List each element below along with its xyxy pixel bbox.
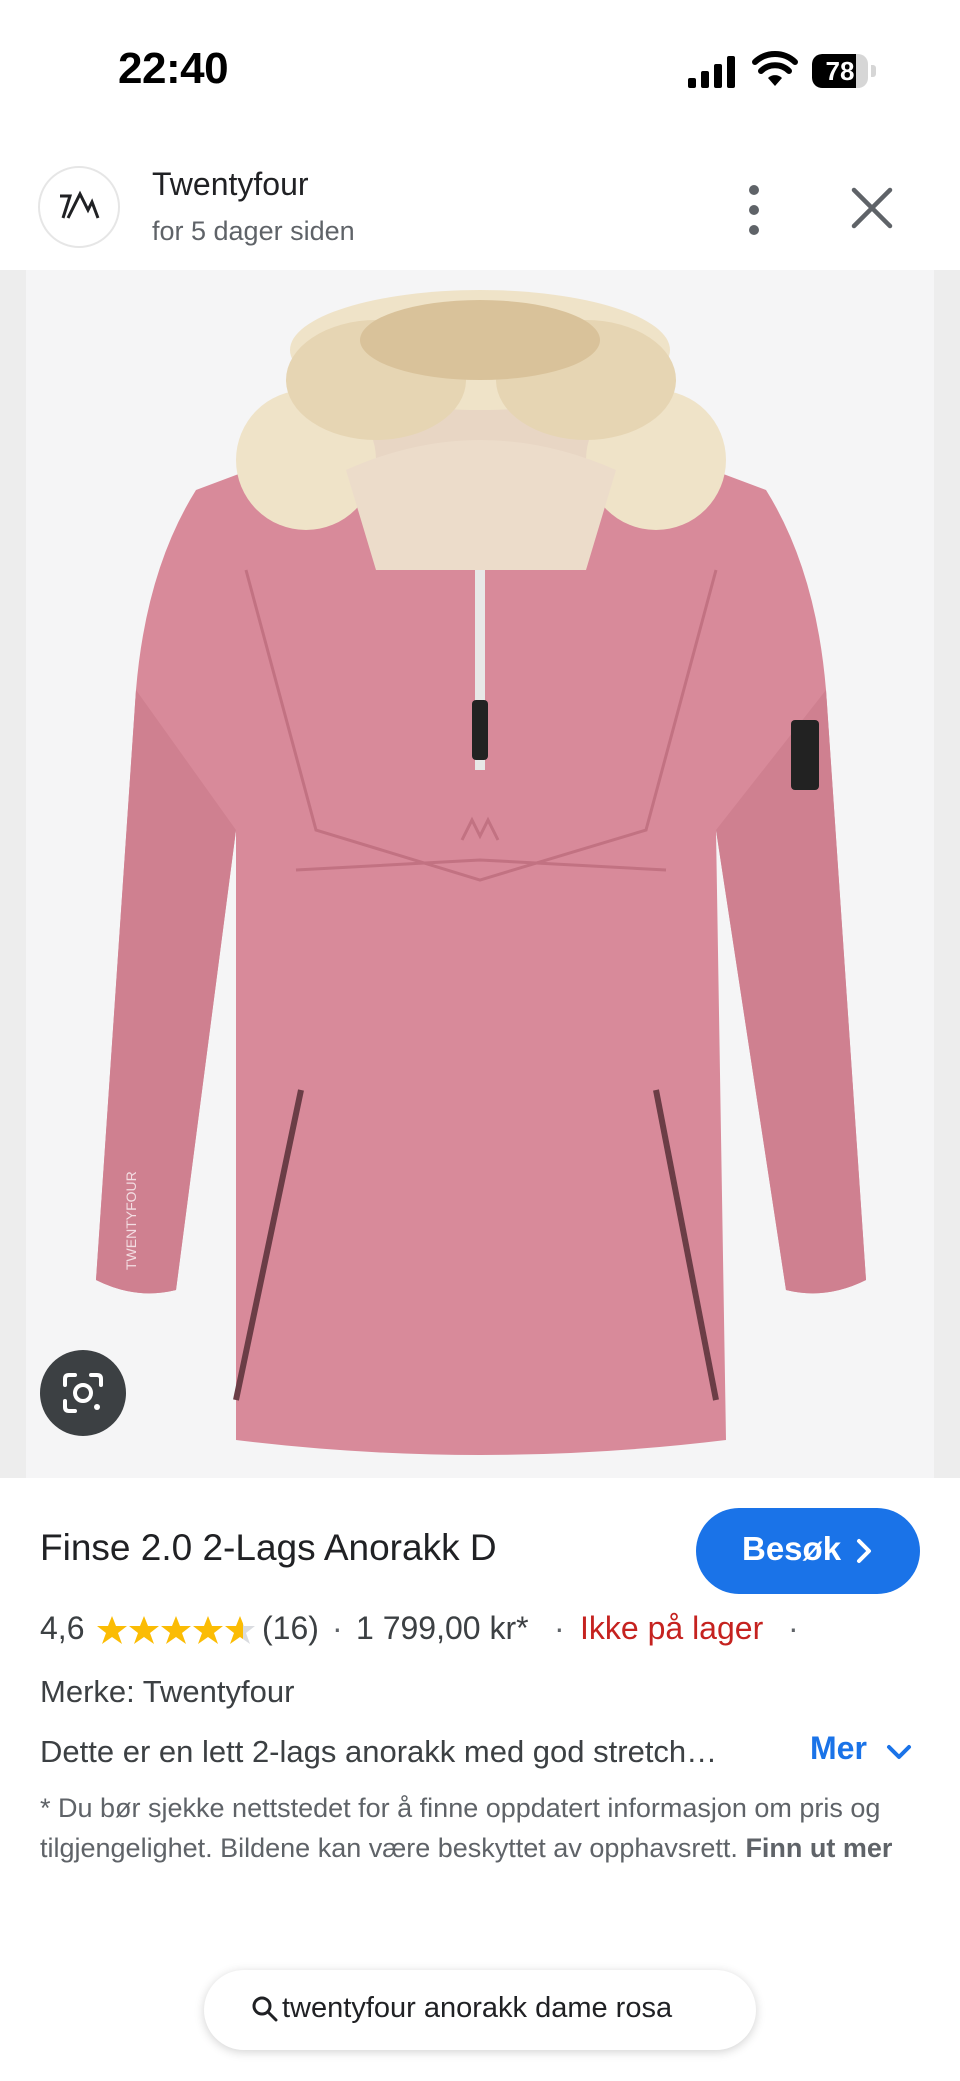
search-query: twentyfour anorakk dame rosa [282,1992,673,2024]
brand: Merke: Twentyfour [40,1674,295,1709]
twentyfour-logo-icon [60,190,100,219]
more-label: Mer [810,1730,867,1766]
more-vert-icon[interactable] [734,180,774,240]
visit-label: Besøk [742,1530,842,1567]
description: Dette er en lett 2-lags anorakk med god … [40,1734,718,1769]
visit-button[interactable]: Besøk [696,1508,920,1594]
close-icon[interactable] [848,184,896,232]
separator: · [332,1610,343,1646]
more-button[interactable]: Mer [810,1730,911,1767]
battery-percent: 78 [825,56,855,86]
clock: 22:40 [118,44,229,93]
battery-icon: 78 [812,54,878,88]
related-search-chip[interactable]: twentyfour anorakk dame rosa [204,1970,756,2050]
status-bar: 22:40 78 [0,0,960,140]
post-age: for 5 dager siden [152,216,355,246]
availability: Ikke på lager [580,1610,764,1646]
star-rating [97,1616,255,1644]
separator: · [554,1610,565,1646]
chevron-down-icon [887,1745,911,1759]
google-lens-button[interactable] [40,1350,126,1436]
site-logo[interactable] [38,166,120,248]
rating-value: 4,6 [40,1610,85,1646]
product-image[interactable]: TWENTYFOUR [0,270,960,1478]
star-icon [225,1616,255,1644]
site-name[interactable]: Twentyfour [152,166,309,203]
pink-anorak-image: TWENTYFOUR [96,290,866,1455]
chevron-right-icon [857,1539,871,1563]
search-icon [252,1996,278,2022]
separator: · [788,1610,799,1646]
star-icon [97,1616,127,1644]
lens-icon [63,1373,103,1413]
wifi-icon [752,51,798,86]
source-header: Twentyfour for 5 dager siden [0,140,960,270]
star-icon [193,1616,223,1644]
sleeve-print: TWENTYFOUR [123,1171,139,1270]
learn-more-link[interactable]: Finn ut mer [745,1833,892,1863]
star-icon [129,1616,159,1644]
price: 1 799,00 kr* [356,1610,529,1646]
review-count[interactable]: (16) [262,1610,319,1647]
product-title[interactable]: Finse 2.0 2-Lags Anorakk D [40,1527,497,1569]
disclaimer: * Du bør sjekke nettstedet for å finne o… [40,1788,900,1868]
signal-icon [688,56,735,88]
star-icon [161,1616,191,1644]
